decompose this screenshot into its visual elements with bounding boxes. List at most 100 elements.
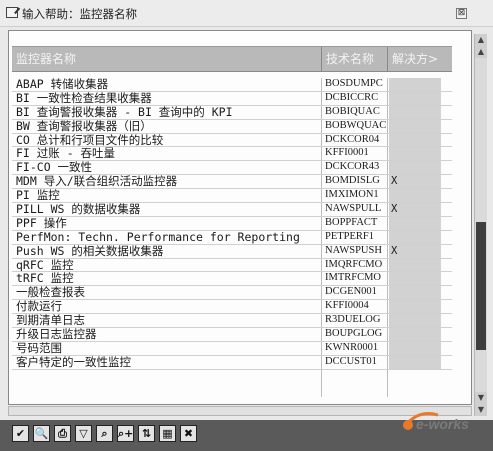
tech-name-cell: NAWSPUSH (325, 244, 382, 256)
table-row[interactable]: MDM 导入/联合组织活动监控器 BOMDISLG X (12, 175, 452, 190)
solution-cell (389, 272, 441, 286)
solution-cell (389, 147, 441, 161)
find-next-icon[interactable]: ⌕+ (117, 425, 134, 442)
tech-name-cell: BOPPFACT (325, 216, 378, 228)
monitor-name-cell: FI 过账 - 吞吐量 (16, 147, 116, 161)
table-row[interactable]: BW 查询警报收集器（旧） BOBWQUAC (12, 119, 452, 134)
table-row[interactable]: FI 过账 - 吞吐量 KFFI0001 (12, 147, 452, 162)
table-row[interactable]: PILL WS 的数据收集器 NAWSPULL X (12, 203, 452, 217)
table-row[interactable]: PerfMon: Techn. Performance for Reportin… (12, 230, 452, 245)
watermark-text: e-works (416, 416, 469, 432)
tech-name-cell: BOBIQUAC (325, 105, 380, 117)
table-row[interactable]: PPF 操作 BOPPFACT (12, 216, 452, 231)
solution-cell (389, 91, 441, 105)
monitor-name-cell: BW 查询警报收集器（旧） (16, 119, 152, 133)
find-icon[interactable]: ⌕ (96, 425, 113, 442)
scroll-down-icon[interactable]: ▼ (475, 404, 487, 416)
vertical-scrollbar[interactable]: ▲ ▲ ▼ ▼ (474, 34, 487, 416)
table-row[interactable]: PI 监控 IMXIMON1 (12, 189, 452, 204)
input-help-icon (6, 7, 18, 18)
scroll-up-icon[interactable]: ▲ (475, 34, 487, 46)
monitor-name-cell: PI 监控 (16, 189, 60, 203)
tech-name-cell: NAWSPULL (325, 203, 382, 215)
scroll-page-down-icon[interactable]: ▼ (475, 392, 487, 404)
solution-cell (389, 314, 441, 328)
tech-name-cell: IMTRFCMO (325, 272, 382, 284)
tech-name-cell: DCKCOR43 (325, 161, 380, 173)
solution-cell: X (389, 244, 441, 258)
cancel-icon[interactable]: ✖ (180, 425, 197, 442)
solution-cell: X (389, 203, 441, 216)
column-header-name[interactable]: 监控器名称 (12, 47, 321, 71)
monitor-name-cell: 升级日志监控器 (16, 328, 97, 341)
tech-name-cell: IMXIMON1 (325, 189, 379, 201)
monitor-name-cell: Push WS 的相关数据收集器 (16, 244, 164, 258)
table-row[interactable]: CO 总计和行项目文件的比较 DCKCOR04 (12, 133, 452, 148)
table-icon[interactable]: ▦ (159, 425, 176, 442)
monitor-name-cell: 一般检查报表 (16, 286, 85, 300)
scroll-thumb[interactable] (476, 222, 486, 350)
monitor-name-cell: 到期清单日志 (16, 314, 85, 328)
table-row[interactable]: BI 一致性检查结果收集器 DCBICCRC (12, 91, 452, 106)
table-row[interactable]: 付款运行 KFFI0004 (12, 300, 452, 315)
table-header: 监控器名称 技术名称 解决方> (12, 46, 452, 72)
tech-name-cell: DCCUST01 (325, 355, 377, 367)
table-row[interactable]: 升级日志监控器 BOUPGLOG (12, 328, 452, 342)
tech-name-cell: R3DUELOG (325, 314, 381, 326)
solution-cell (389, 133, 441, 147)
title-bar: 输入帮助：监控器名称 ⊠ (0, 0, 493, 27)
tech-name-cell: KFFI0001 (325, 147, 369, 159)
monitor-name-cell: qRFC 监控 (16, 258, 74, 272)
column-header-tech-name[interactable]: 技术名称 (321, 47, 387, 71)
tech-name-cell: BOUPGLOG (325, 328, 383, 340)
monitor-name-cell: PPF 操作 (16, 216, 67, 230)
monitor-name-cell: PILL WS 的数据收集器 (16, 203, 141, 216)
solution-cell (389, 216, 441, 230)
solution-cell (389, 328, 441, 341)
monitor-name-cell: CO 总计和行项目文件的比较 (16, 133, 164, 147)
print-icon[interactable]: ⎙ (54, 425, 71, 442)
tech-name-cell: DCGEN001 (325, 286, 377, 298)
table-row[interactable]: BI 查询警报收集器 - BI 查询中的 KPI BOBIQUAC (12, 105, 452, 120)
table-row[interactable]: 号码范围 KWNR0001 (12, 341, 452, 356)
solution-cell (389, 286, 441, 300)
monitor-name-cell: MDM 导入/联合组织活动监控器 (16, 175, 178, 189)
solution-cell (389, 119, 441, 133)
monitor-name-cell: 客户特定的一致性监控 (16, 355, 131, 369)
solution-cell (389, 161, 441, 175)
monitor-name-cell: PerfMon: Techn. Performance for Reportin… (16, 230, 300, 244)
solution-cell (389, 105, 441, 119)
scroll-page-up-icon[interactable]: ▲ (475, 46, 487, 58)
check-icon[interactable]: ✔ (12, 425, 29, 442)
monitor-name-cell: FI-CO 一致性 (16, 161, 93, 175)
solution-cell (389, 78, 441, 91)
monitor-name-cell: 号码范围 (16, 341, 62, 355)
close-button[interactable]: ⊠ (456, 8, 467, 19)
tech-name-cell: BOBWQUAC (325, 119, 387, 131)
table-row[interactable]: tRFC 监控 IMTRFCMO (12, 272, 452, 287)
solution-cell (389, 230, 441, 244)
tech-name-cell: DCKCOR04 (325, 133, 380, 145)
tech-name-cell: DCBICCRC (325, 91, 379, 103)
column-header-solution[interactable]: 解决方> (387, 47, 452, 71)
monitor-name-cell: 付款运行 (16, 300, 62, 314)
tech-name-cell: PETPERF1 (325, 230, 375, 242)
tech-name-cell: KWNR0001 (325, 341, 379, 353)
table-row[interactable]: FI-CO 一致性 DCKCOR43 (12, 161, 452, 176)
eworks-logo: e-works (402, 412, 469, 432)
table-row[interactable]: Push WS 的相关数据收集器 NAWSPUSH X (12, 244, 452, 259)
tech-name-cell: BOSDUMPC (325, 78, 383, 89)
table-row[interactable]: 到期清单日志 R3DUELOG (12, 314, 452, 329)
window-title: 输入帮助：监控器名称 (22, 7, 137, 21)
table-body: ABAP 转储收集器 BOSDUMPC BI 一致性检查结果收集器 DCBICCRC B… (12, 78, 452, 370)
table-row[interactable]: 一般检查报表 DCGEN001 (12, 286, 452, 301)
tech-name-cell: BOMDISLG (325, 175, 380, 187)
tech-name-cell: KFFI0004 (325, 300, 369, 312)
monitor-name-cell: tRFC 监控 (16, 272, 74, 286)
sort-icon[interactable]: ⇅ (138, 425, 155, 442)
table-row[interactable]: 客户特定的一致性监控 DCCUST01 (12, 355, 452, 370)
table-row[interactable]: ABAP 转储收集器 BOSDUMPC (12, 78, 452, 92)
filter-icon[interactable]: ▽ (75, 425, 92, 442)
table-row[interactable]: qRFC 监控 IMQRFCMO (12, 258, 452, 273)
search-icon[interactable]: 🔍 (33, 425, 50, 442)
